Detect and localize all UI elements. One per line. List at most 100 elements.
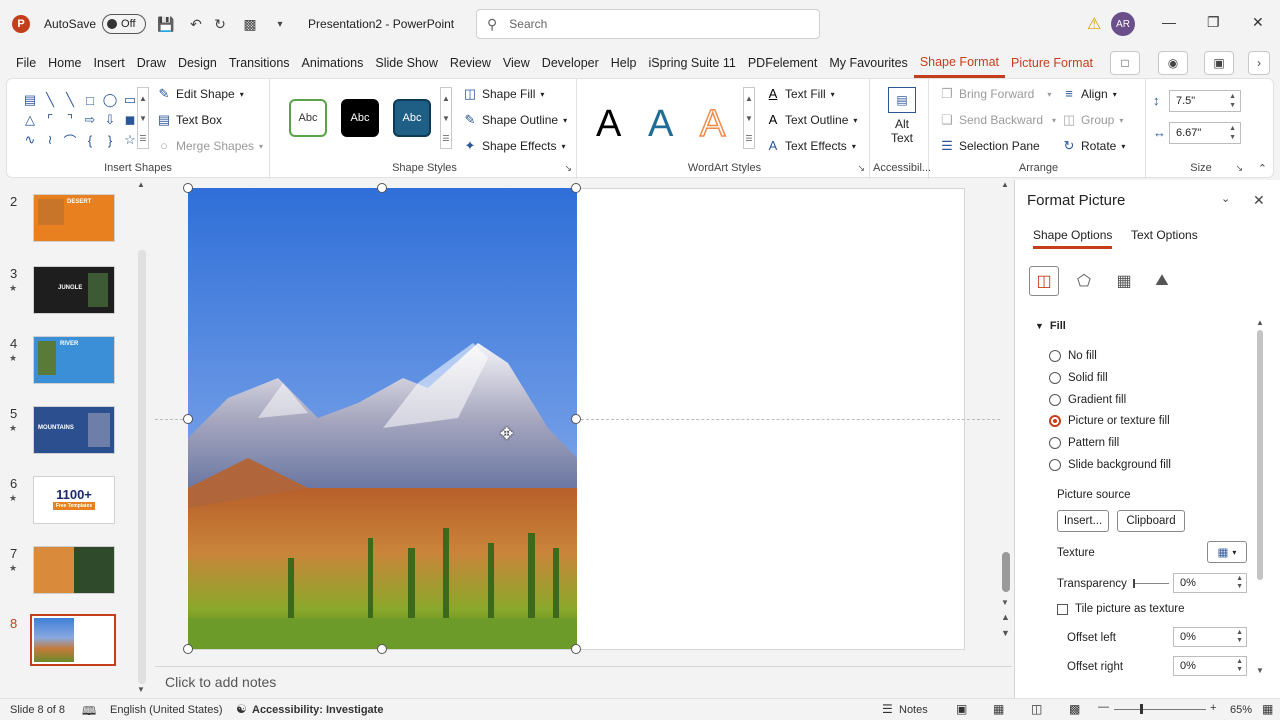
wordart-scroll[interactable]: ▲ ▼ ☰ [743,87,755,149]
line-shape-icon[interactable]: ╲ [61,91,79,109]
shape-styles-scroll[interactable]: ▲ ▼ ☰ [440,87,452,149]
wordart-blue[interactable]: A [648,103,673,146]
tab-pdfelement[interactable]: PDFelement [742,48,823,78]
save-icon[interactable]: 💾 [156,14,176,34]
brace-left-icon[interactable]: { [81,131,99,149]
language-status[interactable]: English (United States) [110,704,223,716]
scroll-up-icon[interactable]: ▲ [745,94,753,103]
transparency-slider[interactable] [1133,579,1169,588]
undo-icon[interactable]: ↶ [186,14,206,34]
redo-icon[interactable]: ↻ [210,14,230,34]
dialog-launcher-icon[interactable]: ↘ [857,163,865,174]
slide-show-icon[interactable]: ▩ [1069,702,1080,716]
height-spinner[interactable]: ▲ ▼ [1229,92,1236,110]
tab-draw[interactable]: Draw [131,48,172,78]
scroll-up-icon[interactable]: ▲ [1001,180,1009,189]
resize-handle-bottom-right[interactable] [571,644,581,654]
notes-pane[interactable]: Click to add notes [155,666,1012,696]
tab-help[interactable]: Help [605,48,643,78]
shapes-gallery[interactable]: ▤ ╲ ╲ □ ◯ ▭ △ ⌜ ⌝ ⇨ ⇩ ◼ ∿ ≀ ⌒ { } ☆ [21,91,139,151]
thumbnail-slide-7[interactable]: 7 ★ [0,546,140,606]
notes-toggle[interactable]: Notes [899,704,928,716]
avatar[interactable]: AR [1111,12,1135,36]
picture-texture-fill-option[interactable]: Picture or texture fill [1049,415,1170,427]
previous-slide-icon[interactable]: ▲ [1001,612,1010,622]
text-fill-button[interactable]: A Text Fill ▾ [766,87,835,102]
zoom-slider-thumb[interactable] [1140,704,1143,714]
tab-view[interactable]: View [497,48,536,78]
slide-background-fill-option[interactable]: Slide background fill [1049,459,1171,471]
alt-text-button[interactable]: ▤ Alt Text [881,87,923,145]
scroll-up-icon[interactable]: ▲ [139,94,147,103]
zoom-slider[interactable] [1114,704,1206,714]
offset-left-input[interactable]: 0% ▲ ▼ [1173,627,1247,647]
search-box[interactable]: ⚲ Search [476,9,820,39]
accessibility-icon[interactable]: ☯ [236,702,247,716]
thumbnail-slide-8[interactable]: 8 [0,614,140,676]
normal-view-icon[interactable]: ▣ [956,702,967,716]
arc-shape-icon[interactable]: ⌒ [61,131,79,149]
zoom-in-icon[interactable]: + [1210,702,1216,714]
pane-scrollbar[interactable] [1257,330,1263,580]
thumbnail-slide-5[interactable]: 5 ★ MOUNTAINS [0,406,140,466]
offset-right-input[interactable]: 0% ▲ ▼ [1173,656,1247,676]
resize-handle-bottom[interactable] [377,644,387,654]
transparency-spinner[interactable]: ▲ ▼ [1236,575,1243,591]
resize-handle-top-left[interactable] [183,183,193,193]
spell-check-icon[interactable]: 🕮 [82,702,96,720]
bring-forward-button[interactable]: ❐ Bring Forward ▾ [940,87,1051,102]
notes-icon[interactable]: ☰ [882,702,893,716]
customize-toolbar-icon[interactable]: ▾ [270,14,290,34]
arrow-right-shape-icon[interactable]: ⇨ [81,111,99,129]
resize-handle-right[interactable] [571,414,581,424]
offset-left-spinner[interactable]: ▲ ▼ [1236,629,1243,645]
slide-sorter-icon[interactable]: ▦ [993,702,1004,716]
picture-icon[interactable]: ⛰ [1147,266,1177,296]
scroll-up-icon[interactable]: ▲ [137,180,145,189]
warning-icon[interactable]: ⚠ [1087,14,1101,34]
radio[interactable] [1049,437,1061,449]
minimize-icon[interactable]: — [1162,14,1176,30]
next-slide-icon[interactable]: ▼ [1001,628,1010,638]
autosave-toggle[interactable]: Off [102,14,147,34]
effects-pentagon-icon[interactable]: ⬠ [1069,266,1099,296]
ribbon-more-icon[interactable]: › [1248,51,1270,75]
radio[interactable] [1049,459,1061,471]
transparency-input[interactable]: 0% ▲ ▼ [1173,573,1247,593]
tab-shape-format[interactable]: Shape Format [913,48,1006,78]
rectangle-shape-icon[interactable]: □ [81,91,99,109]
triangle-shape-icon[interactable]: △ [21,111,39,129]
expand-gallery-icon[interactable]: ☰ [139,134,146,143]
thumbnail-slide-4[interactable]: 4 ★ RIVER [0,336,140,396]
fill-line-icon[interactable]: ◫ [1029,266,1059,296]
pane-close-icon[interactable]: ✕ [1253,192,1265,209]
shape-effects-button[interactable]: ✦ Shape Effects ▾ [463,139,566,154]
scroll-down-icon[interactable]: ▼ [745,114,753,123]
resize-handle-left[interactable] [183,414,193,424]
zoom-out-icon[interactable]: — [1098,701,1109,713]
scroll-down-icon[interactable]: ▼ [1001,598,1009,607]
tab-animations[interactable]: Animations [296,48,370,78]
insert-picture-button[interactable]: Insert... [1057,510,1109,532]
tab-my-favourites[interactable]: My Favourites [823,48,914,78]
width-spinner[interactable]: ▲ ▼ [1229,124,1236,142]
elbow-connector-icon[interactable]: ⌜ [41,111,59,129]
text-outline-button[interactable]: A Text Outline ▾ [766,113,858,128]
shape-outline-button[interactable]: ✎ Shape Outline ▾ [463,113,568,128]
mountain-picture[interactable] [188,188,577,649]
shapes-gallery-scroll[interactable]: ▲ ▼ ☰ [137,87,149,149]
resize-handle-top[interactable] [377,183,387,193]
no-fill-option[interactable]: No fill [1049,350,1097,362]
text-box-button[interactable]: ▤ Text Box [157,113,222,128]
dialog-launcher-icon[interactable]: ↘ [1235,163,1243,174]
fill-section-header[interactable]: ▼ Fill [1035,320,1066,332]
resize-handle-bottom-left[interactable] [183,644,193,654]
thumbnail-slide-6[interactable]: 6 ★ 1100+ Free Templates [0,476,140,536]
wordart-orange-outline[interactable]: A [699,102,726,146]
tab-design[interactable]: Design [172,48,223,78]
share-icon[interactable]: ▣ [1204,51,1234,75]
merge-shapes-button[interactable]: ○ Merge Shapes ▾ [157,139,263,154]
record-icon[interactable]: ◉ [1158,51,1188,75]
oval-shape-icon[interactable]: ◯ [101,91,119,109]
checkbox[interactable] [1057,603,1068,615]
